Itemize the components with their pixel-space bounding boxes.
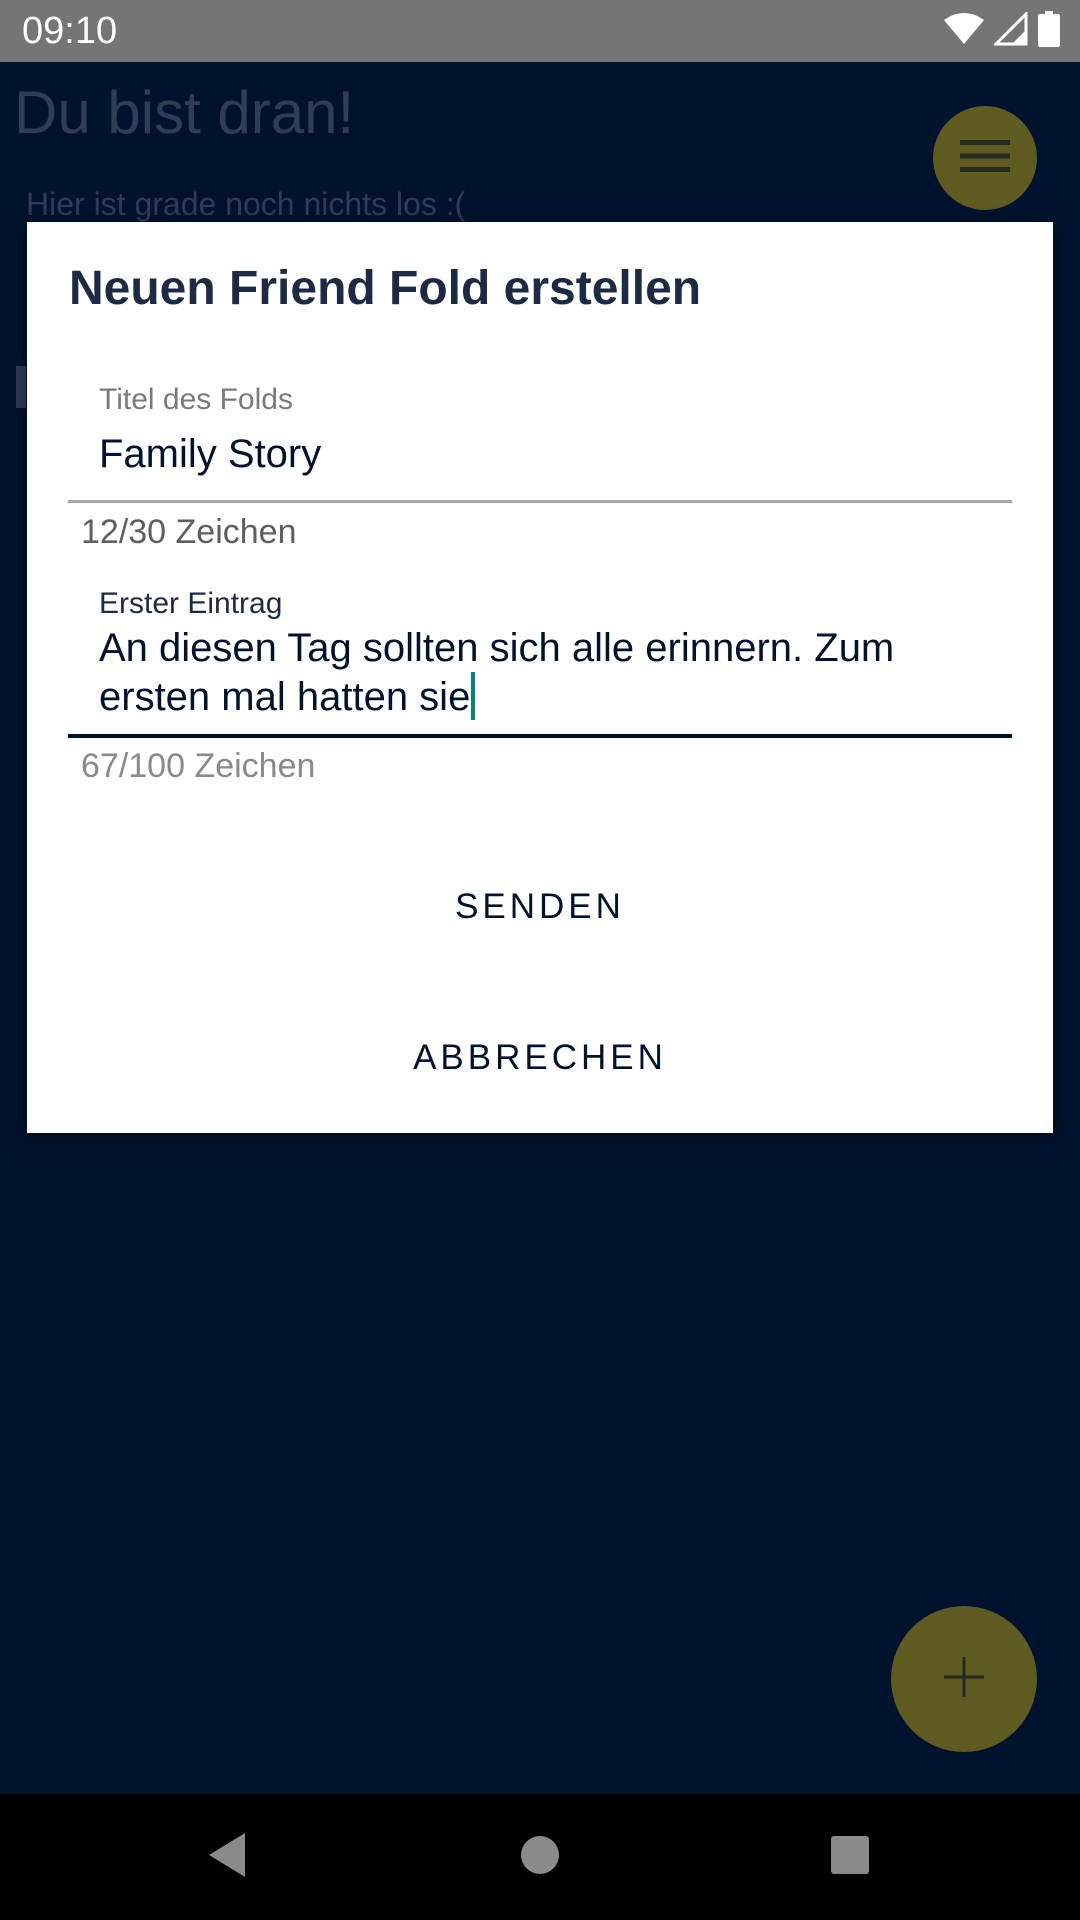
status-bar: 09:10 (0, 0, 1080, 62)
title-input-underline (68, 500, 1012, 503)
text-cursor (471, 672, 476, 721)
dialog-title: Neuen Friend Fold erstellen (69, 262, 702, 315)
entry-input-underline (68, 734, 1012, 738)
entry-input-text: An diesen Tag sollten sich alle erinnern… (99, 626, 895, 719)
plus-icon (944, 1656, 984, 1702)
send-button[interactable]: SENDEN (27, 867, 1053, 947)
title-input[interactable]: Family Story (99, 428, 321, 480)
battery-icon (1038, 10, 1060, 52)
home-icon (520, 1835, 560, 1880)
screen: 09:10 Du bist dran! Hier ist grade noch … (0, 0, 1080, 1920)
nav-back-button[interactable] (192, 1822, 262, 1892)
signal-icon (992, 9, 1028, 51)
add-fold-button[interactable] (891, 1606, 1037, 1752)
menu-button[interactable] (933, 106, 1037, 210)
hamburger-menu-icon (960, 138, 1010, 179)
title-field-label: Titel des Folds (99, 383, 293, 416)
status-time: 09:10 (22, 10, 118, 52)
entry-field-label: Erster Eintrag (99, 587, 283, 620)
page-title: Du bist dran! (14, 79, 355, 146)
nav-home-button[interactable] (505, 1822, 575, 1892)
navigation-bar (0, 1794, 1080, 1920)
list-fragment (16, 366, 26, 408)
nav-recent-apps-button[interactable] (815, 1822, 885, 1892)
recent-apps-icon (830, 1835, 870, 1880)
back-icon (205, 1831, 249, 1884)
wifi-icon (944, 12, 984, 51)
cancel-button[interactable]: ABBRECHEN (27, 1018, 1053, 1098)
status-icons (944, 9, 1060, 52)
title-char-counter: 12/30 Zeichen (81, 513, 297, 551)
create-fold-dialog: Neuen Friend Fold erstellen Titel des Fo… (27, 222, 1053, 1133)
empty-state-text: Hier ist grade noch nichts los :( (26, 186, 466, 222)
entry-input[interactable]: An diesen Tag sollten sich alle erinnern… (99, 624, 999, 722)
entry-char-counter: 67/100 Zeichen (81, 747, 316, 785)
